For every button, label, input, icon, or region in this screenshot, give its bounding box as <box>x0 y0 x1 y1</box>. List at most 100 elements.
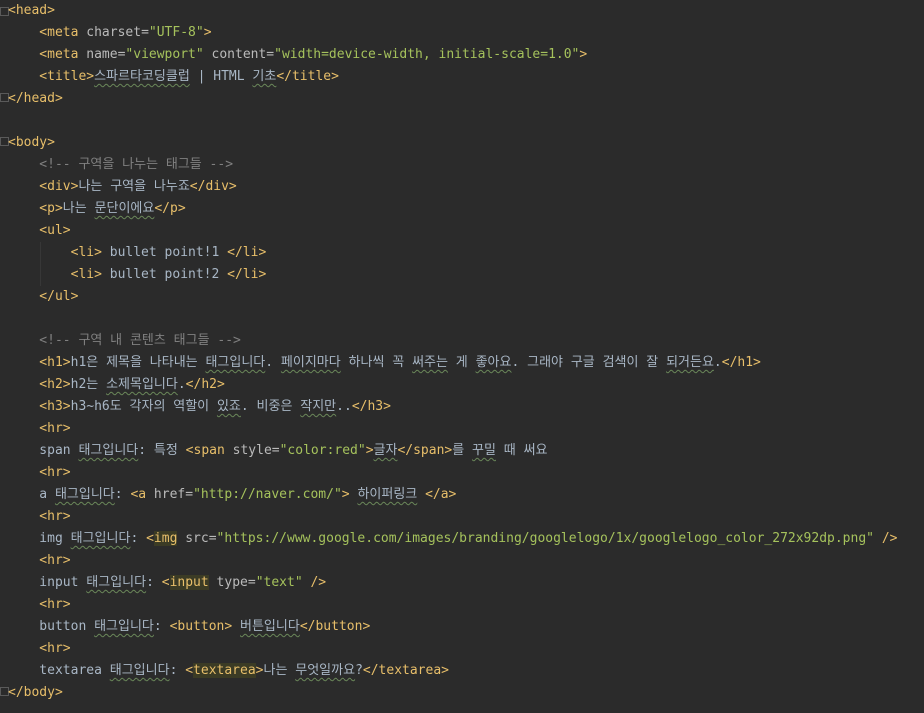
code-token: <hr> <box>8 509 71 524</box>
code-token: name= <box>86 47 126 62</box>
code-line[interactable]: <hr> <box>8 638 897 660</box>
code-line[interactable]: button 태그입니다: <button> 버튼입니다</button> <box>8 616 897 638</box>
code-token: 버튼입니다 <box>240 619 300 634</box>
code-token: "width=device-width, initial-scale=1.0" <box>274 47 580 62</box>
code-token: </h2> <box>185 377 225 392</box>
code-token: "text" <box>255 575 303 590</box>
code-line[interactable]: </head> <box>8 88 897 110</box>
code-token: <!-- 구역을 나누는 태그들 --> <box>8 157 234 172</box>
code-token: <li> <box>8 267 102 282</box>
code-line[interactable]: <p>나는 문단이에요</p> <box>8 198 897 220</box>
code-token: </div> <box>189 179 237 194</box>
code-token: : <box>130 531 147 546</box>
code-token: 기초 <box>252 69 277 84</box>
code-token: : <box>114 487 131 502</box>
code-line[interactable]: <hr> <box>8 550 897 572</box>
code-token: 나는 <box>263 663 296 678</box>
code-token: > <box>365 443 374 458</box>
code-token: </h1> <box>721 355 761 370</box>
code-token: <!-- 구역 내 콘텐츠 태그들 --> <box>8 333 241 348</box>
code-token: 태그입니다 <box>86 575 147 590</box>
code-token: 태그입니다 <box>94 619 154 634</box>
code-token: "http://naver.com/" <box>193 487 342 502</box>
code-token: < <box>185 663 194 678</box>
code-token: 꾸밀 <box>472 443 496 458</box>
code-line[interactable]: <!-- 구역을 나누는 태그들 --> <box>8 154 897 176</box>
code-line[interactable]: <!-- 구역 내 콘텐츠 태그들 --> <box>8 330 897 352</box>
code-token: <hr> <box>8 421 71 436</box>
code-line[interactable]: </ul> <box>8 286 897 308</box>
code-token: 태그입니다 <box>109 663 170 678</box>
code-editor[interactable]: <head> <meta charset="UTF-8"> <meta name… <box>0 0 924 713</box>
code-token: input <box>169 575 209 590</box>
code-line[interactable]: <h3>h3~h6도 각자의 역할이 있죠. 비중은 작지만..</h3> <box>8 396 897 418</box>
code-token: <meta <box>8 25 87 40</box>
code-token: span <box>8 443 79 458</box>
code-token: h1은 제목을 나타내는 <box>70 355 206 370</box>
code-token: 태그입니다 <box>54 487 115 502</box>
code-line[interactable]: </body> <box>8 682 897 704</box>
code-line[interactable]: input 태그입니다: <input type="text" /> <box>8 572 897 594</box>
code-token: . 그래야 구글 검색이 잘 <box>511 355 667 370</box>
code-token: bullet point!1 <box>101 245 228 260</box>
code-token: textarea <box>193 663 256 678</box>
code-token: h2는 <box>70 377 107 392</box>
code-token: <h1> <box>8 355 71 370</box>
code-token: style= <box>232 443 280 458</box>
code-token: 좋아요 <box>475 355 512 370</box>
code-token: type= <box>216 575 256 590</box>
code-line[interactable]: <hr> <box>8 418 897 440</box>
code-content[interactable]: <head> <meta charset="UTF-8"> <meta name… <box>8 0 897 704</box>
code-token: </span> <box>397 443 453 458</box>
code-token: | HTML <box>189 69 253 84</box>
code-token: button <box>8 619 95 634</box>
code-token: </a> <box>425 487 457 502</box>
code-token: < <box>146 531 154 546</box>
code-line[interactable]: span 태그입니다: 특정 <span style="color:red">글… <box>8 440 897 462</box>
code-token: <button> <box>169 619 233 634</box>
code-token: 페이지마다 <box>280 355 341 370</box>
code-token: </textarea> <box>362 663 449 678</box>
code-line[interactable]: <title>스파르타코딩클럽 | HTML 기초</title> <box>8 66 897 88</box>
code-line[interactable]: <hr> <box>8 594 897 616</box>
code-line[interactable]: <hr> <box>8 462 897 484</box>
code-token: > <box>341 487 350 502</box>
code-token: </head> <box>8 91 63 106</box>
code-line[interactable]: <ul> <box>8 220 897 242</box>
code-token: <meta <box>8 47 87 62</box>
code-token: img <box>8 531 71 546</box>
code-line[interactable]: <hr> <box>8 506 897 528</box>
code-line[interactable]: <li> bullet point!1 </li> <box>8 242 897 264</box>
code-token: </li> <box>227 267 267 282</box>
code-line[interactable]: <li> bullet point!2 </li> <box>8 264 897 286</box>
code-token: <hr> <box>8 641 71 656</box>
code-line[interactable] <box>8 308 897 330</box>
code-line[interactable]: <meta charset="UTF-8"> <box>8 22 897 44</box>
code-token: "https://www.google.com/images/branding/… <box>216 531 874 546</box>
code-line[interactable]: a 태그입니다: <a href="http://naver.com/"> 하이… <box>8 484 897 506</box>
code-token: : <box>146 575 162 590</box>
code-token: 써주는 <box>412 355 448 370</box>
code-line[interactable] <box>8 110 897 132</box>
code-line[interactable]: <meta name="viewport" content="width=dev… <box>8 44 897 66</box>
code-token: 때 써요 <box>495 443 548 458</box>
code-token: > <box>255 663 264 678</box>
code-token: 되거든요 <box>666 355 714 370</box>
code-token: "viewport" <box>125 47 212 62</box>
code-token: . <box>713 355 722 370</box>
code-line[interactable]: <h2>h2는 소제목입니다.</h2> <box>8 374 897 396</box>
code-token: .. <box>336 399 352 414</box>
code-token: <ul> <box>8 223 71 238</box>
code-token: textarea <box>8 663 110 678</box>
code-line[interactable]: textarea 태그입니다: <textarea>나는 무엇일까요?</tex… <box>8 660 897 682</box>
code-line[interactable]: <h1>h1은 제목을 나타내는 태그입니다. 페이지마다 하나씩 꼭 써주는 … <box>8 352 897 374</box>
code-line[interactable]: <head> <box>8 0 897 22</box>
code-token: </h3> <box>351 399 391 414</box>
code-line[interactable]: <div>나는 구역을 나누죠</div> <box>8 176 897 198</box>
code-token: 무엇일까요 <box>295 663 356 678</box>
code-line[interactable]: img 태그입니다: <img src="https://www.google.… <box>8 528 897 550</box>
code-token: 태그입니다 <box>70 531 131 546</box>
code-line[interactable]: <body> <box>8 132 897 154</box>
code-token: <hr> <box>8 597 71 612</box>
code-token: img <box>153 531 178 546</box>
